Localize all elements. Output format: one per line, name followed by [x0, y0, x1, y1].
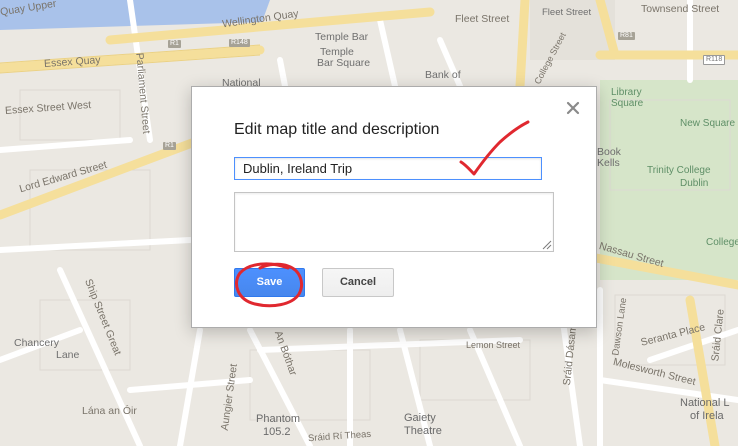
road-badge-r81: R81 [618, 32, 635, 40]
map-label-fleet-street: Fleet Street [455, 13, 510, 25]
map-label-library-square-2: Square [611, 98, 644, 109]
edit-map-dialog: Edit map title and description Save Canc… [191, 86, 597, 328]
map-label-temple-bar-square-2: Bar Square [317, 57, 371, 69]
map-label-book-kells-1: Book [597, 146, 621, 158]
map-label-college: College [706, 237, 738, 248]
road-badge-r118: R118 [703, 55, 726, 65]
close-icon [566, 101, 580, 115]
map-label-chancery-lane-2: Lane [56, 349, 80, 361]
map-label-gaiety-1: Gaiety [404, 412, 436, 424]
map-label-national-lib-1: National L [680, 397, 730, 409]
map-description-input[interactable] [234, 192, 554, 252]
map-label-lan-an-oir: Lána an Óir [82, 405, 137, 417]
map-title-input[interactable] [234, 157, 542, 180]
map-label-library-square-1: Library [611, 87, 642, 98]
map-label-trinity-college-1: Trinity College [647, 165, 711, 176]
map-label-temple-bar: Temple Bar [315, 31, 369, 43]
map-label-townsend-street: Townsend Street [641, 3, 720, 15]
map-label-chancery-lane-1: Chancery [14, 337, 59, 349]
road-badge-r1-a: R1 [168, 40, 181, 48]
map-label-gaiety-2: Theatre [404, 425, 442, 437]
map-label-lemon-street: Lemon Street [466, 340, 521, 350]
map-label-phantom-1: Phantom [256, 413, 301, 425]
map-label-bank-of: Bank of [425, 69, 461, 81]
map-label-book-kells-2: Kells [597, 157, 620, 169]
cancel-button[interactable]: Cancel [322, 268, 394, 297]
close-button[interactable] [565, 100, 581, 116]
map-label-new-square: New Square [680, 118, 736, 129]
map-label-phantom-2: 105.2 [263, 426, 291, 438]
save-button[interactable]: Save [234, 268, 305, 297]
map-label-fleet-street-2: Fleet Street [542, 7, 592, 18]
road-badge-r1-b: R1 [163, 142, 176, 150]
map-label-national-lib-2: of Irela [690, 410, 724, 422]
dialog-title: Edit map title and description [234, 121, 440, 138]
map-label-temple-bar-square-1: Temple [320, 46, 354, 58]
road-badge-r148: R148 [229, 39, 250, 47]
map-label-trinity-college-2: Dublin [680, 178, 709, 189]
